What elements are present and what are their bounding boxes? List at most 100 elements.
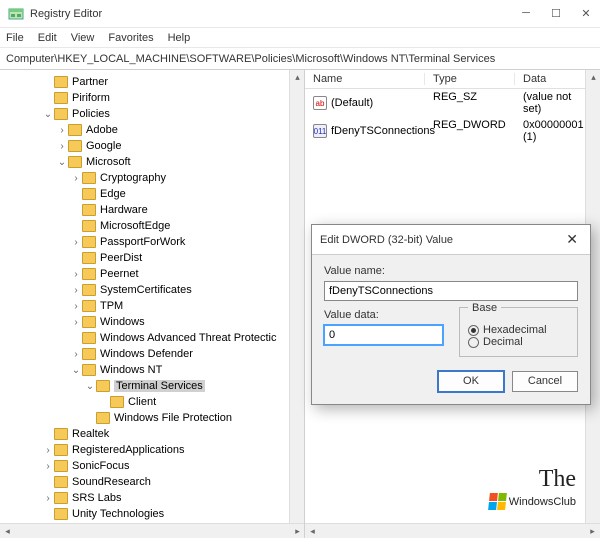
radio-hex[interactable] (468, 325, 479, 336)
scroll-up-icon[interactable]: ▴ (290, 70, 305, 85)
tree-item[interactable]: ›SystemCertificates (0, 282, 304, 298)
value-icon: 011 (313, 124, 327, 138)
folder-icon (82, 220, 96, 232)
tree-item[interactable]: MicrosoftEdge (0, 218, 304, 234)
tree-item[interactable]: ›SonicFocus (0, 458, 304, 474)
menu-file[interactable]: File (6, 32, 24, 44)
tree-item[interactable]: Partner (0, 74, 304, 90)
tree-label: Terminal Services (114, 380, 205, 392)
expand-icon[interactable]: ⌄ (42, 109, 54, 120)
tree-label: SoundResearch (72, 476, 151, 488)
tree-item[interactable]: › Cryptography (0, 170, 304, 186)
folder-icon (68, 156, 82, 168)
scroll-right-icon[interactable]: ▸ (585, 524, 600, 538)
value-data-input[interactable] (324, 325, 443, 345)
expand-icon[interactable]: › (56, 141, 68, 152)
expand-icon[interactable]: › (70, 173, 82, 184)
value-type: REG_SZ (425, 91, 515, 115)
tree-item[interactable]: ›Adobe (0, 122, 304, 138)
menu-view[interactable]: View (71, 32, 95, 44)
expand-icon[interactable]: › (42, 445, 54, 456)
tree-label: Cryptography (100, 172, 166, 184)
tree-pane[interactable]: PartnerPiriform⌄Policies›Adobe›Google⌄Mi… (0, 70, 305, 538)
value-type: REG_DWORD (425, 119, 515, 143)
expand-icon[interactable]: ⌄ (70, 365, 82, 376)
tree-item[interactable]: › Windows (0, 314, 304, 330)
expand-icon[interactable]: ⌄ (56, 157, 68, 168)
folder-icon (54, 76, 68, 88)
radio-hex-row[interactable]: Hexadecimal (468, 324, 569, 336)
menu-bar: File Edit View Favorites Help (0, 28, 600, 48)
dialog-titlebar[interactable]: Edit DWORD (32-bit) Value ✕ (312, 225, 590, 255)
address-text: Computer\HKEY_LOCAL_MACHINE\SOFTWARE\Pol… (6, 53, 495, 65)
tree-item[interactable]: ⌄Microsoft (0, 154, 304, 170)
tree-item[interactable]: ›Peernet (0, 266, 304, 282)
close-button[interactable]: ✕ (580, 7, 592, 20)
tree-item[interactable]: Client (0, 394, 304, 410)
tree-item[interactable]: ⌄ Terminal Services (0, 378, 304, 394)
tree-item[interactable]: Unity Technologies (0, 506, 304, 522)
list-row[interactable]: ab(Default)REG_SZ(value not set) (305, 89, 600, 117)
tree-item[interactable]: Piriform (0, 90, 304, 106)
tree-hscrollbar[interactable]: ◂▸ (0, 523, 305, 538)
value-name-input[interactable] (324, 281, 578, 301)
menu-favorites[interactable]: Favorites (108, 32, 153, 44)
expand-icon[interactable]: ⌄ (84, 381, 96, 392)
expand-icon[interactable]: › (56, 125, 68, 136)
tree-item[interactable]: SoundResearch (0, 474, 304, 490)
tree-item[interactable]: ›Google (0, 138, 304, 154)
tree-item[interactable]: ›TPM (0, 298, 304, 314)
scroll-left-icon[interactable]: ◂ (305, 524, 320, 538)
scroll-up-icon[interactable]: ▴ (586, 70, 600, 85)
tree-item[interactable]: Realtek (0, 426, 304, 442)
expand-icon[interactable]: › (70, 349, 82, 360)
minimize-button[interactable]: ─ (520, 7, 532, 20)
tree-item[interactable]: ⌄ Policies (0, 106, 304, 122)
tree-vscrollbar[interactable]: ▴▾ (289, 70, 304, 538)
folder-icon (68, 124, 82, 136)
expand-icon[interactable]: › (70, 285, 82, 296)
scroll-left-icon[interactable]: ◂ (0, 524, 15, 538)
tree-label: Edge (100, 188, 126, 200)
tree-item[interactable]: ›PassportForWork (0, 234, 304, 250)
radio-dec[interactable] (468, 337, 479, 348)
maximize-button[interactable]: ☐ (550, 7, 562, 20)
dialog-close-button[interactable]: ✕ (562, 231, 582, 248)
tree-label: Windows File Protection (114, 412, 232, 424)
expand-icon[interactable]: › (70, 317, 82, 328)
folder-icon (96, 412, 110, 424)
tree-item[interactable]: Hardware (0, 202, 304, 218)
tree-label: Windows NT (100, 364, 162, 376)
tree-item[interactable]: PeerDist (0, 250, 304, 266)
watermark-line1: The (489, 466, 576, 493)
col-name[interactable]: Name (305, 73, 425, 85)
tree-item[interactable]: ›SRS Labs (0, 490, 304, 506)
tree-label: Policies (72, 108, 110, 120)
folder-icon (110, 396, 124, 408)
folder-icon (82, 188, 96, 200)
menu-edit[interactable]: Edit (38, 32, 57, 44)
scroll-right-icon[interactable]: ▸ (290, 524, 305, 538)
tree-item[interactable]: Windows File Protection (0, 410, 304, 426)
cancel-button[interactable]: Cancel (512, 371, 578, 392)
tree-item[interactable]: ⌄ Windows NT (0, 362, 304, 378)
tree-item[interactable]: ›RegisteredApplications (0, 442, 304, 458)
window-title: Registry Editor (30, 8, 520, 20)
col-type[interactable]: Type (425, 73, 515, 85)
tree-item[interactable]: ›Windows Defender (0, 346, 304, 362)
folder-icon (96, 380, 110, 392)
address-bar[interactable]: Computer\HKEY_LOCAL_MACHINE\SOFTWARE\Pol… (0, 48, 600, 70)
expand-icon[interactable]: › (70, 237, 82, 248)
radio-dec-row[interactable]: Decimal (468, 336, 569, 348)
expand-icon[interactable]: › (42, 493, 54, 504)
expand-icon[interactable]: › (70, 269, 82, 280)
menu-help[interactable]: Help (168, 32, 191, 44)
tree-label: Windows (100, 316, 145, 328)
ok-button[interactable]: OK (438, 371, 504, 392)
tree-item[interactable]: Windows Advanced Threat Protectic (0, 330, 304, 346)
expand-icon[interactable]: › (42, 461, 54, 472)
list-hscrollbar[interactable]: ◂ ▸ (305, 523, 600, 538)
expand-icon[interactable]: › (70, 301, 82, 312)
list-row[interactable]: 011fDenyTSConnectionsREG_DWORD0x00000001… (305, 117, 600, 145)
tree-item[interactable]: Edge (0, 186, 304, 202)
